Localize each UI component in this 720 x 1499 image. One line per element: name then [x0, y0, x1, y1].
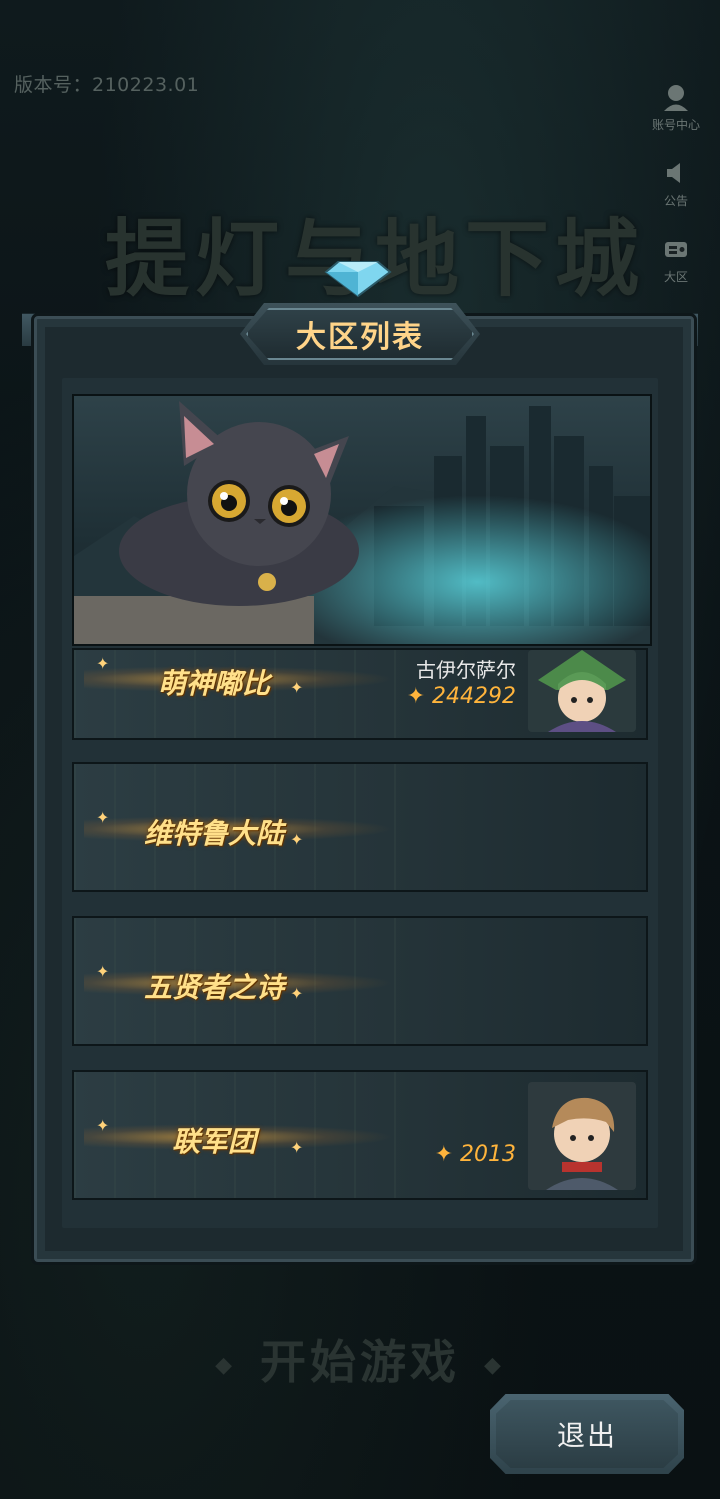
announcement-label: 公告: [663, 194, 688, 208]
sparkle-icon: ✦: [290, 1138, 304, 1157]
announcement-button[interactable]: 公告: [644, 158, 708, 209]
server-label: 大区: [663, 270, 688, 284]
panel-title: 大区列表: [296, 320, 424, 355]
sparkle-icon: ✦: [96, 808, 110, 827]
character-portrait: [528, 1082, 636, 1190]
character-power: ✦ 244292: [406, 684, 516, 709]
character-avatar-icon: [528, 650, 636, 732]
server-row-3[interactable]: 五贤者之诗 ✦ ✦: [72, 916, 648, 1046]
sparkle-icon: ✦: [96, 654, 110, 673]
server-name: 维特鲁大陆: [143, 817, 284, 850]
character-power: ✦ 2013: [434, 1142, 516, 1167]
character-portrait: [528, 650, 636, 732]
exit-button[interactable]: 退出: [490, 1394, 684, 1474]
server-name: 联军团: [171, 1125, 256, 1158]
power-value: 244292: [432, 684, 516, 709]
server-row-2[interactable]: 维特鲁大陆 ✦ ✦: [72, 762, 648, 892]
server-name: 五贤者之诗: [143, 971, 284, 1004]
dot-ornament: ◆: [215, 1353, 236, 1378]
server-icon: [665, 242, 687, 257]
version-label: 版本号：210223.01: [14, 74, 200, 96]
speaker-icon: [667, 163, 680, 183]
dot-ornament: ◆: [484, 1353, 505, 1378]
start-game-label: 开始游戏: [260, 1335, 460, 1389]
server-row-1[interactable]: 萌神嘟比 ✦ ✦ 古伊尔萨尔 ✦ 244292: [72, 648, 648, 740]
sparkle-icon: ✦: [290, 984, 304, 1003]
account-center-button[interactable]: 账号中心: [644, 82, 708, 133]
character-avatar-icon: [528, 1082, 636, 1190]
character-name: 古伊尔萨尔: [416, 658, 516, 682]
account-center-label: 账号中心: [651, 118, 700, 132]
server-row-4[interactable]: 联军团 ✦ ✦ ✦ 2013: [72, 1070, 648, 1200]
server-button[interactable]: 大区: [644, 234, 708, 285]
sparkle-icon: ✦: [96, 1116, 110, 1135]
gem-ornament: [324, 261, 392, 298]
server-name: 萌神嘟比: [157, 667, 270, 700]
start-game-button[interactable]: ◆ 开始游戏 ◆: [0, 1326, 720, 1392]
sparkle-icon: ✦: [96, 962, 110, 981]
power-value: 2013: [460, 1142, 516, 1167]
user-icon: [664, 85, 688, 111]
banner-illustration: [74, 396, 650, 644]
exit-label: 退出: [556, 1419, 617, 1452]
panel-title-plate: 大区列表: [240, 303, 480, 365]
server-banner-image: [72, 394, 652, 646]
sparkle-icon: ✦: [290, 678, 304, 697]
sparkle-icon: ✦: [290, 830, 304, 849]
